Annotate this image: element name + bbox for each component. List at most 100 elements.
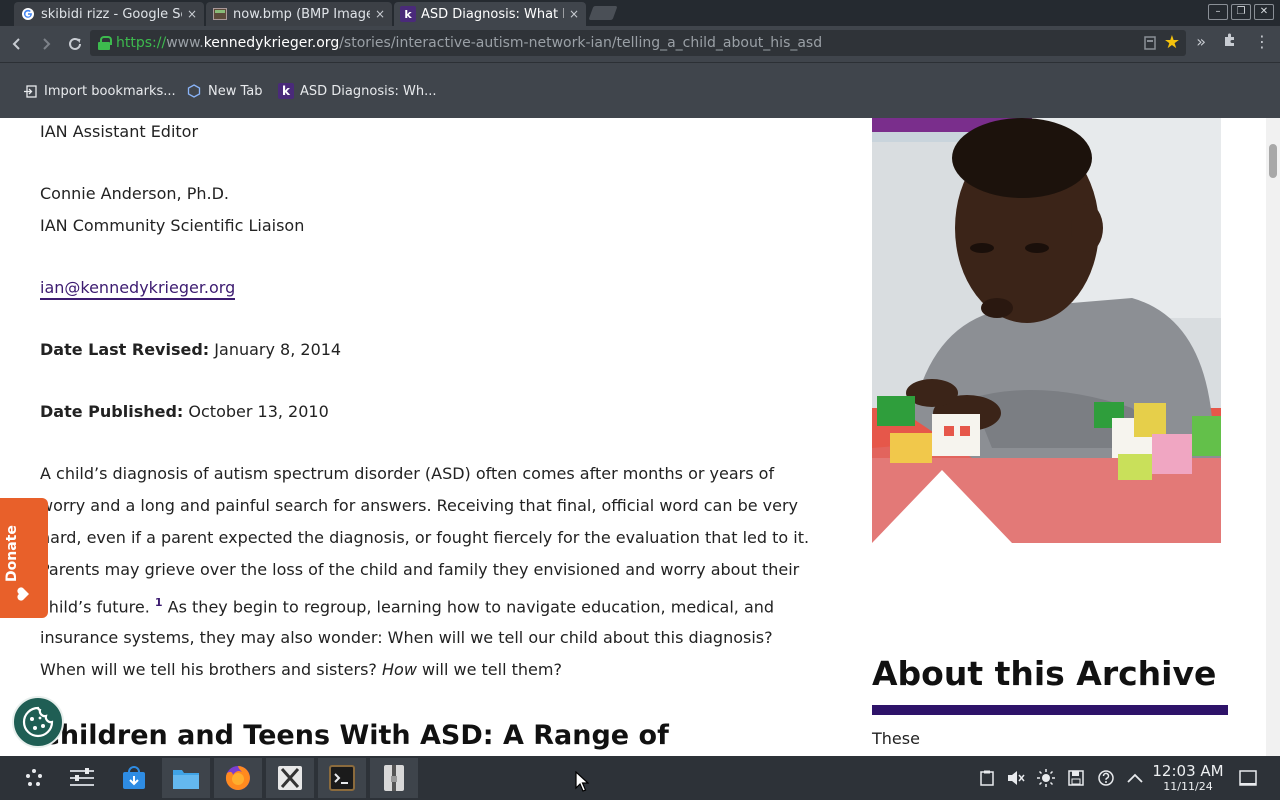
firefox-icon[interactable]: [214, 758, 262, 798]
close-icon[interactable]: ×: [374, 7, 386, 21]
body-line: hard, even if a parent expected the diag…: [40, 528, 810, 547]
cookie-icon: [22, 706, 54, 738]
close-icon[interactable]: ×: [568, 7, 580, 21]
date-revised-label: Date Last Revised:: [40, 340, 210, 359]
page-action-icon[interactable]: [1144, 36, 1156, 50]
menu-icon[interactable]: ⋮: [1254, 32, 1270, 51]
extension-icons: » ⋮: [1196, 32, 1270, 51]
lock-icon: [98, 36, 112, 50]
google-icon: [20, 6, 36, 22]
extensions-puzzle-icon[interactable]: [1222, 32, 1238, 48]
omnibox-actions: ★: [1144, 33, 1180, 53]
tab-google[interactable]: skibidi rizz - Google Se ×: [14, 2, 204, 26]
body-text: child’s future.: [40, 597, 155, 617]
bookmark-import[interactable]: Import bookmarks...: [22, 81, 176, 101]
author-role: IAN Community Scientific Liaison: [40, 216, 305, 235]
window-controls: – ❐ ✕: [1208, 4, 1274, 20]
tab-title: now.bmp (BMP Image: [233, 6, 370, 22]
xorg-icon[interactable]: [266, 758, 314, 798]
clipboard-icon[interactable]: [977, 768, 997, 788]
restore-button[interactable]: ❐: [1231, 4, 1251, 20]
bookmark-new-tab[interactable]: New Tab: [186, 81, 263, 101]
date-published: Date Published: October 13, 2010: [40, 402, 329, 421]
body-line: Parents may grieve over the loss of the …: [40, 560, 800, 579]
reload-button[interactable]: [62, 31, 88, 57]
footnote-link[interactable]: 1: [155, 596, 163, 609]
url-domain: kennedykrieger.org: [203, 35, 340, 51]
bookmark-label: Import bookmarks...: [44, 83, 176, 99]
tab-asd-diagnosis[interactable]: k ASD Diagnosis: What I ×: [394, 2, 586, 26]
email-line: ian@kennedykrieger.org: [40, 278, 236, 300]
address-bar[interactable]: https://www. kennedykrieger.org/stories/i…: [90, 30, 1186, 56]
app-launcher-icon[interactable]: [10, 758, 58, 798]
date-revised: Date Last Revised: January 8, 2014: [40, 340, 341, 359]
tab-bmp-image[interactable]: now.bmp (BMP Image ×: [206, 2, 392, 26]
browser-toolbar: https://www. kennedykrieger.org/stories/i…: [0, 26, 1280, 62]
close-window-button[interactable]: ✕: [1254, 4, 1274, 20]
date-published-label: Date Published:: [40, 402, 184, 421]
bookmark-label: New Tab: [208, 83, 263, 99]
new-tab-icon: [186, 83, 202, 99]
clock-date: 11/11/24: [1163, 780, 1213, 793]
clock-time: 12:03 AM: [1152, 762, 1224, 780]
email-link[interactable]: ian@kennedykrieger.org: [40, 278, 236, 300]
bookmarks-bar: Import bookmarks... New Tab k ASD Diagno…: [0, 62, 1280, 118]
url-path: /stories/interactive-autism-network-ian/…: [339, 35, 823, 51]
chevron-up-icon[interactable]: [1125, 768, 1145, 788]
cookie-settings-button[interactable]: [12, 696, 64, 748]
reload-icon: [69, 37, 81, 50]
donate-label: Donate: [4, 525, 20, 582]
back-button[interactable]: [4, 31, 30, 57]
web-page: IAN Assistant Editor Connie Anderson, Ph…: [0, 118, 1280, 756]
brightness-icon[interactable]: [1036, 768, 1056, 788]
image-file-icon: [212, 6, 228, 22]
bookmark-asd-diagnosis[interactable]: k ASD Diagnosis: Wh...: [278, 81, 436, 101]
url-scheme: https://: [116, 35, 167, 51]
system-clock[interactable]: 12:03 AM 11/11/24: [1150, 762, 1226, 793]
body-line: A child’s diagnosis of autism spectrum d…: [40, 464, 775, 483]
heart-icon: [17, 587, 29, 601]
section-heading: Children and Teens With ASD: A Range of: [40, 720, 669, 751]
discover-store-icon[interactable]: [110, 758, 158, 798]
terminal-icon[interactable]: [318, 758, 366, 798]
scrollbar-thumb[interactable]: [1269, 144, 1277, 178]
about-archive-title: About this Archive: [872, 654, 1217, 693]
archive-manager-icon[interactable]: [370, 758, 418, 798]
body-line: child’s future. 1 As they begin to regro…: [40, 596, 774, 616]
show-desktop-icon[interactable]: [1238, 768, 1258, 788]
body-text-italic: How: [382, 660, 417, 679]
help-icon[interactable]: [1096, 768, 1116, 788]
tab-title: ASD Diagnosis: What I: [421, 6, 564, 22]
taskbar: 12:03 AM 11/11/24: [0, 756, 1280, 800]
import-icon: [22, 83, 38, 99]
volume-muted-icon[interactable]: [1006, 768, 1026, 788]
minimize-button[interactable]: –: [1208, 4, 1228, 20]
forward-arrow-icon: [43, 38, 51, 50]
mouse-cursor-icon: [575, 771, 589, 792]
more-extensions-icon[interactable]: »: [1196, 32, 1206, 51]
close-icon[interactable]: ×: [186, 7, 198, 21]
forward-button[interactable]: [33, 31, 59, 57]
about-archive-divider: [872, 705, 1228, 715]
back-arrow-icon: [12, 38, 20, 50]
bookmark-star-icon[interactable]: ★: [1164, 33, 1180, 53]
tab-strip: skibidi rizz - Google Se × now.bmp (BMP …: [0, 0, 1280, 26]
body-line: insurance systems, they may also wonder:…: [40, 628, 773, 647]
url-domain-prefix: www.: [166, 35, 204, 51]
body-line: When will we tell his brothers and siste…: [40, 660, 562, 679]
date-revised-value: January 8, 2014: [209, 340, 342, 359]
donate-button[interactable]: Donate: [0, 498, 48, 618]
child-playing-blocks-photo: [872, 118, 1221, 543]
file-manager-icon[interactable]: [162, 758, 210, 798]
author-name: Connie Anderson, Ph.D.: [40, 184, 229, 203]
page-scrollbar[interactable]: [1266, 118, 1280, 756]
kennedy-krieger-icon: k: [278, 83, 294, 99]
editor-role: IAN Assistant Editor: [40, 122, 199, 141]
new-tab-button[interactable]: [588, 6, 618, 20]
system-settings-icon[interactable]: [58, 758, 106, 798]
date-published-value: October 13, 2010: [183, 402, 329, 421]
save-disk-icon[interactable]: [1066, 768, 1086, 788]
body-text: As they begin to regroup, learning how t…: [162, 597, 775, 617]
body-line: worry and a long and painful search for …: [40, 496, 799, 515]
kennedy-krieger-icon: k: [400, 6, 416, 22]
